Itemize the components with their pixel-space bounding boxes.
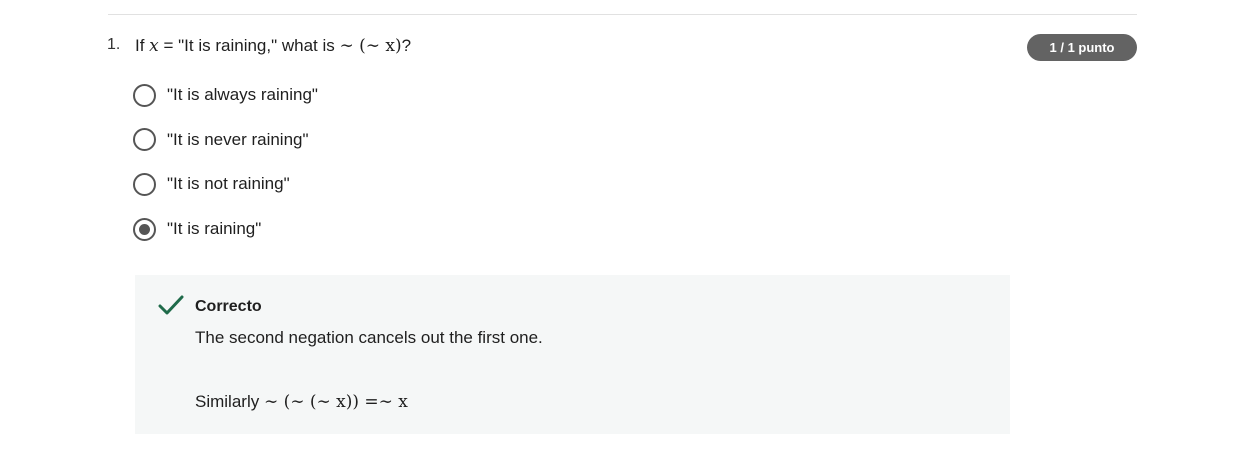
feedback-panel: Correcto The second negation cancels out… [135, 275, 1010, 434]
top-divider [108, 14, 1137, 15]
option-always-raining[interactable]: "It is always raining" [133, 83, 318, 107]
feedback-explanation: The second negation cancels out the firs… [195, 328, 543, 347]
answer-options: "It is always raining" "It is never rain… [133, 83, 318, 262]
option-label: "It is never raining" [167, 129, 309, 149]
feedback-similarly-expr: ∼ (∼ (∼ x)) =∼ x [263, 392, 408, 412]
feedback-status: Correcto [195, 298, 262, 315]
question-number: 1. [107, 36, 121, 53]
option-not-raining[interactable]: "It is not raining" [133, 172, 318, 196]
radio-button[interactable] [133, 83, 156, 107]
question-text: If x = "It is raining," what is ∼ (∼ x)? [135, 36, 411, 56]
option-raining[interactable]: "It is raining" [133, 217, 318, 241]
radio-button[interactable] [133, 172, 156, 196]
option-never-raining[interactable]: "It is never raining" [133, 128, 318, 152]
question-variable: x [149, 36, 159, 56]
option-label: "It is always raining" [167, 85, 318, 104]
score-badge: 1 / 1 punto [1027, 34, 1137, 61]
feedback-similarly: Similarly ∼ (∼ (∼ x)) =∼ x [195, 392, 408, 412]
checkmark-icon [158, 295, 184, 317]
question-text-prefix: If [135, 36, 150, 55]
question-text-mid: = "It is raining," what is [158, 36, 340, 55]
feedback-similarly-prefix: Similarly [195, 392, 264, 411]
question-math-expr: ∼ (∼ x) [339, 36, 402, 56]
question-text-suffix: ? [401, 36, 412, 55]
radio-button-selected[interactable] [133, 217, 156, 241]
option-label: "It is not raining" [167, 174, 290, 194]
option-label: "It is raining" [167, 219, 262, 239]
radio-button[interactable] [133, 128, 156, 152]
